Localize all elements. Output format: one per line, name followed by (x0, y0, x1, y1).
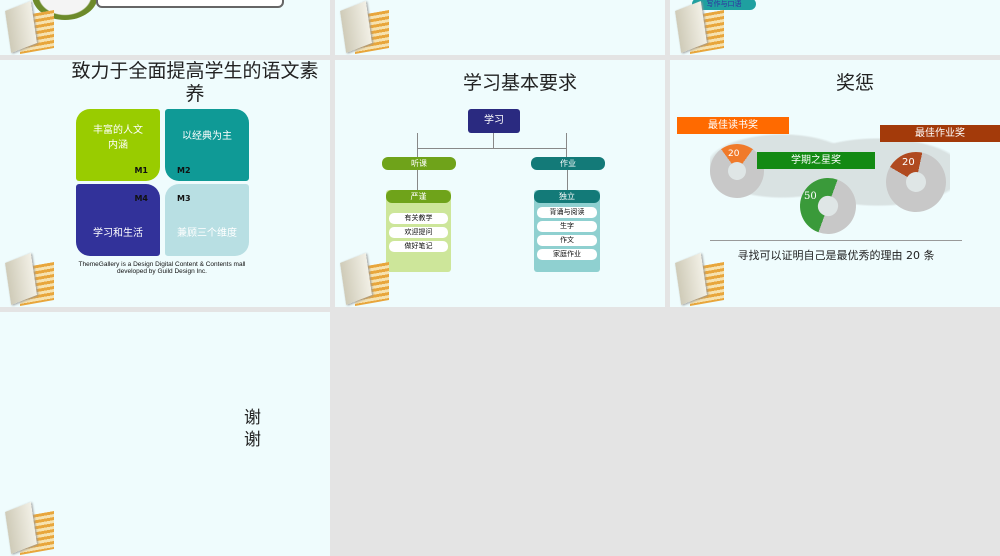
slide-title: 致力于全面提高学生的语文素养 (71, 60, 319, 105)
book-icon (674, 0, 724, 54)
divider (710, 240, 962, 241)
footer-text: ThemeGallery is a Design Digital Content… (78, 261, 246, 275)
quad-text: 以经典为主 (182, 131, 232, 142)
quad-tag: M3 (177, 194, 191, 203)
book-icon (674, 252, 724, 306)
list-item: 家庭作业 (537, 249, 597, 260)
slide-thumbnail-partial-2[interactable] (335, 0, 665, 55)
connector (417, 133, 567, 158)
quad-m2: 以经典为主 M2 (165, 109, 249, 181)
book-icon (4, 501, 54, 555)
slide-thumbnail-partial-1[interactable] (0, 0, 330, 55)
value-label: 20 (902, 157, 915, 168)
slide-thumbnail-partial-3[interactable]: 写作与口语 (670, 0, 1000, 55)
list-item: 做好笔记 (389, 241, 448, 252)
thanks-text: 谢谢 (244, 408, 261, 450)
quad-text: 兼顾三个维度 (177, 228, 237, 239)
group-independent: 独立 背诵与阅读 生字 作文 家庭作业 (534, 190, 600, 272)
quad-text: 学习和生活 (93, 228, 143, 239)
connector (417, 148, 567, 149)
connector (567, 170, 568, 190)
list-item: 背诵与阅读 (537, 207, 597, 218)
connector (417, 170, 418, 190)
book-icon (339, 252, 389, 306)
list-item: 作文 (537, 235, 597, 246)
connector (493, 133, 494, 148)
quad-m1: 丰富的人文内涵 M1 (76, 109, 160, 181)
slide-thumbnail-4[interactable]: 谢谢 (0, 312, 330, 556)
slide-title: 学习基本要求 (462, 72, 577, 94)
quad-m3: 兼顾三个维度 M3 (165, 184, 249, 256)
slide-thumbnail-1[interactable]: 致力于全面提高学生的语文素养 丰富的人文内涵 M1 以经典为主 M2 学习和生活 M4… (0, 60, 330, 307)
book-icon (4, 0, 54, 54)
caption: 寻找可以证明自己是最优秀的理由 20 条 (737, 249, 935, 262)
award-banner-reading: 最佳读书奖 (677, 117, 789, 134)
node-independent: 独立 (534, 190, 600, 203)
slide-thumbnail-3[interactable]: 奖惩 20 50 20 最佳读书奖 学期之星奖 最佳作业奖 寻找可以证明自己是最… (670, 60, 1000, 307)
node-listen: 听课 (382, 157, 456, 170)
book-icon (339, 0, 389, 54)
list-item: 有关教学 (389, 213, 448, 224)
quad-tag: M4 (134, 194, 148, 203)
list-item: 欢迎提问 (389, 227, 448, 238)
node-rigorous: 严谨 (386, 190, 451, 203)
quad-tag: M2 (177, 166, 191, 175)
quad-tag: M1 (134, 166, 148, 175)
node-homework: 作业 (531, 157, 605, 170)
group-rigorous: 严谨 有关教学 欢迎提问 做好笔记 (386, 190, 451, 272)
quad-m4: 学习和生活 M4 (76, 184, 160, 256)
list-item: 生字 (537, 221, 597, 232)
quad-text: 丰富的人文内涵 (93, 125, 143, 151)
root-node: 学习 (468, 109, 520, 133)
award-banner-homework: 最佳作业奖 (880, 125, 1000, 142)
book-icon (4, 252, 54, 306)
title-box (96, 0, 284, 8)
value-label: 50 (804, 191, 817, 202)
award-banner-star: 学期之星奖 (757, 152, 875, 169)
value-label: 20 (728, 149, 740, 159)
slide-thumbnail-2[interactable]: 学习基本要求 学习 听课 作业 严谨 有关教学 欢迎提问 做好笔记 独立 背诵与… (335, 60, 665, 307)
slide-title: 奖惩 (835, 72, 874, 94)
